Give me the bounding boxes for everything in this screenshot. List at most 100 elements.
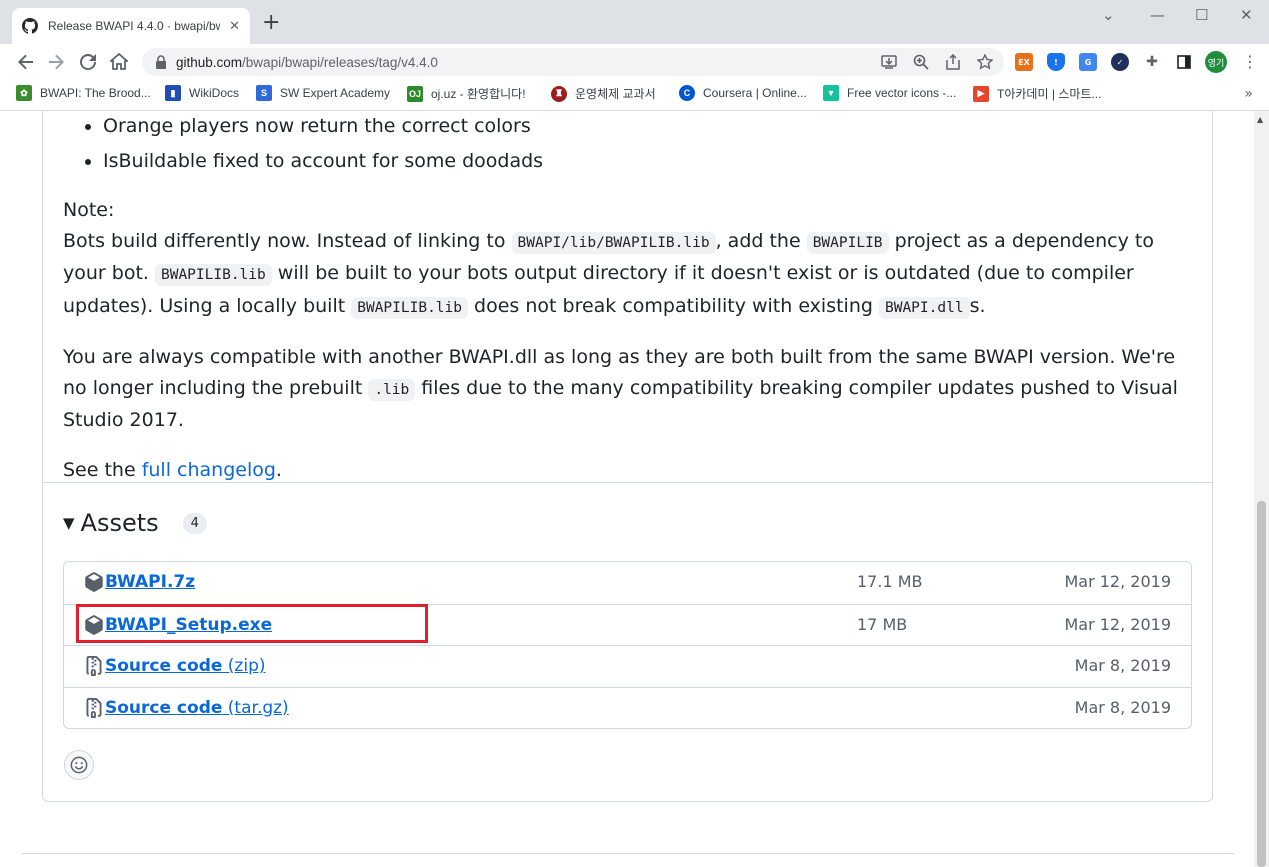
- section-divider: [43, 482, 1212, 483]
- forward-icon[interactable]: [44, 50, 68, 74]
- text: Bots build differently now. Instead of l…: [63, 229, 512, 252]
- side-panel-icon[interactable]: [1175, 53, 1193, 71]
- assets-toggle[interactable]: ▼ Assets 4: [63, 509, 207, 537]
- caret-down-icon[interactable]: ▼: [63, 514, 75, 532]
- assets-title: Assets: [80, 509, 159, 537]
- bookmark-tacademy[interactable]: ▶ T아카데미 | 스마트...: [973, 85, 1101, 102]
- asset-row-bwapi-setup: BWAPI_Setup.exe 17 MB Mar 12, 2019: [64, 603, 1191, 646]
- minimize-icon[interactable]: —: [1150, 6, 1165, 24]
- section-divider: [22, 853, 1234, 854]
- browser-tab-active[interactable]: Release BWAPI 4.4.0 · bwapi/bwapi ✕: [12, 8, 250, 44]
- asset-date: Mar 8, 2019: [1074, 697, 1171, 717]
- asset-row-bwapi-7z: BWAPI.7z 17.1 MB Mar 12, 2019: [64, 562, 1191, 604]
- bookmark-flaticon[interactable]: ▼ Free vector icons -...: [823, 85, 956, 101]
- bookmark-label: oj.uz - 환영합니다!: [431, 87, 526, 101]
- asset-name: BWAPI.7z: [105, 572, 196, 592]
- text: does not break compatibility with existi…: [468, 294, 879, 317]
- extension-ex-icon[interactable]: EX: [1015, 53, 1033, 71]
- bookmark-star-icon[interactable]: [976, 53, 994, 71]
- inline-code: BWAPI/lib/BWAPILIB.lib: [511, 231, 716, 254]
- bookmark-swea[interactable]: S SW Expert Academy: [256, 85, 390, 101]
- inline-code: BWAPILIB.lib: [154, 264, 272, 286]
- release-notes: Orange players now return the correct co…: [63, 111, 1193, 504]
- asset-date: Mar 12, 2019: [1064, 614, 1171, 634]
- bookmarks-bar: ✿ BWAPI: The Brood... ▮ WikiDocs S SW Exper…: [0, 80, 1269, 111]
- add-reaction-button[interactable]: [64, 750, 94, 780]
- bookmark-wikidocs[interactable]: ▮ WikiDocs: [165, 85, 239, 101]
- full-changelog-link[interactable]: full changelog: [142, 459, 276, 481]
- page-viewport: Orange players now return the correct co…: [0, 111, 1254, 867]
- text: , add the: [715, 229, 807, 252]
- address-bar[interactable]: github.com/bwapi/bwapi/releases/tag/v4.4…: [142, 48, 1004, 76]
- smiley-icon: [70, 756, 88, 774]
- inline-code: BWAPILIB: [806, 231, 889, 254]
- assets-list: BWAPI.7z 17.1 MB Mar 12, 2019 BWAPI_Setu…: [63, 561, 1192, 729]
- bookmark-ojuz[interactable]: OJ oj.uz - 환영합니다!: [407, 85, 526, 102]
- compat-paragraph: You are always compatible with another B…: [63, 342, 1193, 436]
- asset-row-source-zip: Source code (zip) Mar 8, 2019: [64, 645, 1191, 687]
- bookmark-label: WikiDocs: [189, 86, 239, 100]
- tab-search-icon[interactable]: ⌄: [1102, 6, 1115, 24]
- zoom-icon[interactable]: [912, 53, 930, 71]
- extension-translate-icon[interactable]: G: [1079, 53, 1097, 71]
- asset-link[interactable]: BWAPI.7z: [105, 572, 195, 592]
- extension-check-icon[interactable]: ✓: [1111, 53, 1129, 71]
- bookmark-label: 운영체제 교과서: [575, 87, 656, 101]
- tab-strip: Release BWAPI 4.4.0 · bwapi/bwapi ✕ + ⌄ …: [0, 0, 1269, 44]
- package-icon: [85, 614, 103, 635]
- extensions-puzzle-icon[interactable]: ✚: [1143, 53, 1161, 71]
- url-text: github.com/bwapi/bwapi/releases/tag/v4.4…: [176, 54, 438, 70]
- asset-name: Source code: [105, 697, 223, 718]
- asset-row-source-targz: Source code (tar.gz) Mar 8, 2019: [64, 686, 1191, 729]
- asset-link[interactable]: Source code (zip): [105, 656, 266, 676]
- profile-avatar[interactable]: 영기: [1205, 51, 1227, 73]
- bookmarks-overflow-icon[interactable]: »: [1244, 86, 1253, 102]
- text: See the: [63, 458, 142, 481]
- changelog-paragraph: See the full changelog.: [63, 455, 1193, 486]
- list-item: Orange players now return the correct co…: [103, 111, 1193, 142]
- bookmark-os-book[interactable]: ♜ 운영체제 교과서: [551, 85, 656, 102]
- asset-date: Mar 12, 2019: [1064, 572, 1171, 591]
- tab-title: Release BWAPI 4.4.0 · bwapi/bwapi: [48, 19, 220, 33]
- bookmark-label: Coursera | Online...: [703, 86, 807, 100]
- file-zip-icon: [86, 656, 102, 676]
- share-icon[interactable]: [944, 53, 962, 71]
- browser-menu-icon[interactable]: ⋮: [1242, 52, 1258, 71]
- asset-format: (zip): [222, 656, 266, 676]
- bookmark-coursera[interactable]: C Coursera | Online...: [679, 85, 807, 101]
- inline-code: BWAPILIB.lib: [351, 296, 468, 319]
- asset-name: BWAPI_Setup.exe: [105, 614, 273, 635]
- close-window-icon[interactable]: ✕: [1240, 6, 1253, 24]
- maximize-icon[interactable]: ☐: [1195, 6, 1208, 24]
- text: s.: [969, 294, 986, 317]
- bookmark-label: T아카데미 | 스마트...: [997, 87, 1102, 101]
- flaticon-icon: ▼: [823, 85, 839, 101]
- home-icon[interactable]: [107, 50, 131, 74]
- lock-icon[interactable]: [155, 55, 167, 69]
- changes-list: Orange players now return the correct co…: [63, 111, 1193, 176]
- reload-icon[interactable]: [76, 50, 100, 74]
- list-item: IsBuildable fixed to account for some do…: [103, 146, 1193, 177]
- note-label: Note:: [63, 199, 115, 221]
- install-app-icon[interactable]: [880, 53, 898, 71]
- asset-link[interactable]: BWAPI_Setup.exe: [105, 615, 272, 635]
- bookmark-bwapi[interactable]: ✿ BWAPI: The Brood...: [16, 85, 151, 101]
- github-icon: [22, 18, 38, 34]
- scroll-up-icon[interactable]: ▲: [1257, 115, 1263, 124]
- scrollbar-thumb[interactable]: [1257, 501, 1266, 867]
- coursera-icon: C: [679, 85, 695, 101]
- extension-shield-icon[interactable]: !: [1047, 53, 1065, 71]
- ojuz-icon: OJ: [407, 85, 423, 102]
- asset-link[interactable]: Source code (tar.gz): [105, 698, 289, 718]
- page-scrollbar[interactable]: ▲: [1254, 111, 1269, 867]
- file-zip-icon: [86, 697, 102, 718]
- inline-code: .lib: [368, 378, 416, 401]
- note-paragraph: Note: Bots build differently now. Instea…: [63, 195, 1193, 323]
- wikidocs-icon: ▮: [165, 85, 181, 101]
- bwapi-icon: ✿: [16, 85, 32, 101]
- back-icon[interactable]: [14, 50, 38, 74]
- asset-size: 17 MB: [857, 614, 908, 634]
- tab-close-icon[interactable]: ✕: [229, 19, 240, 34]
- new-tab-icon[interactable]: +: [262, 12, 280, 34]
- os-book-icon: ♜: [551, 85, 567, 102]
